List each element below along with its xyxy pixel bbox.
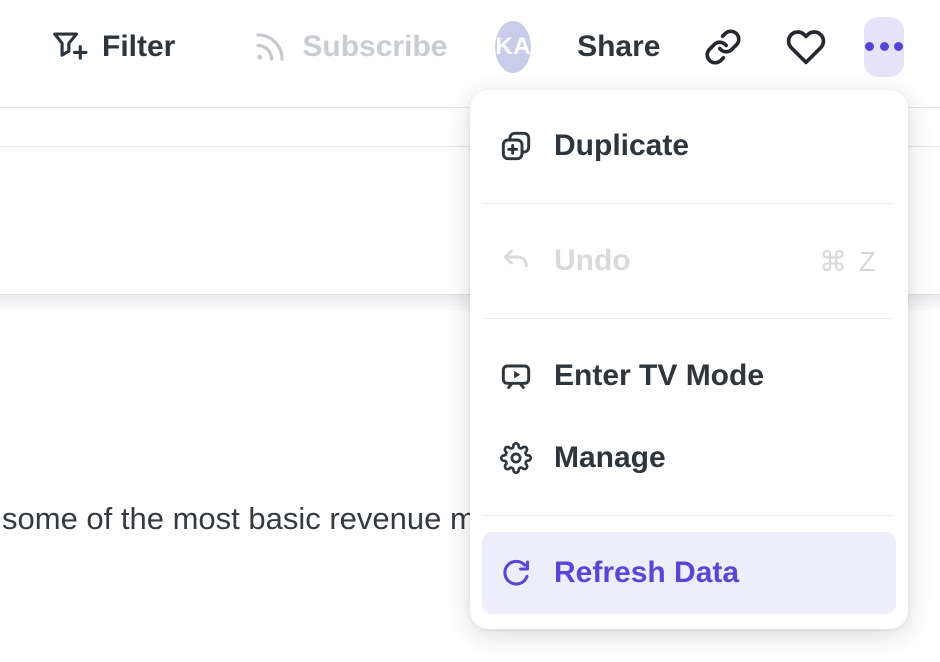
heart-icon[interactable] [786,27,826,67]
rss-icon [252,29,288,65]
more-options-button[interactable] [864,17,904,77]
tv-mode-icon [500,360,532,392]
menu-item-label: Enter TV Mode [554,359,764,393]
card-text: some of the most basic revenue m [2,501,476,537]
menu-item-undo: Undo ⌘ Z [482,220,896,302]
share-label: Share [577,30,660,64]
menu-item-label: Refresh Data [554,556,739,590]
menu-item-shortcut: ⌘ Z [819,245,878,278]
gear-icon [500,442,532,474]
subscribe-label: Subscribe [302,30,447,64]
menu-item-duplicate[interactable]: Duplicate [482,105,896,187]
duplicate-icon [500,130,532,162]
menu-item-label: Manage [554,441,666,475]
refresh-icon [500,557,532,589]
filter-label: Filter [102,30,175,64]
undo-icon [500,245,532,277]
avatar-initials: KA [495,33,531,61]
menu-divider [484,515,894,516]
menu-item-enter-tv-mode[interactable]: Enter TV Mode [482,335,896,417]
menu-divider [484,318,894,319]
link-icon[interactable] [704,28,742,66]
subscribe-button[interactable]: Subscribe [252,29,447,65]
share-button[interactable]: Share [577,30,660,64]
ellipsis-icon [865,42,903,51]
menu-item-label: Undo [554,244,631,278]
menu-item-manage[interactable]: Manage [482,417,896,499]
avatar[interactable]: KA [495,21,531,73]
menu-item-refresh-data[interactable]: Refresh Data [482,532,896,614]
menu-item-label: Duplicate [554,129,689,163]
filter-plus-icon [50,28,88,66]
filter-button[interactable]: Filter [50,28,175,66]
menu-divider [484,203,894,204]
more-options-menu: Duplicate Undo ⌘ Z Enter TV Mode [470,90,908,629]
